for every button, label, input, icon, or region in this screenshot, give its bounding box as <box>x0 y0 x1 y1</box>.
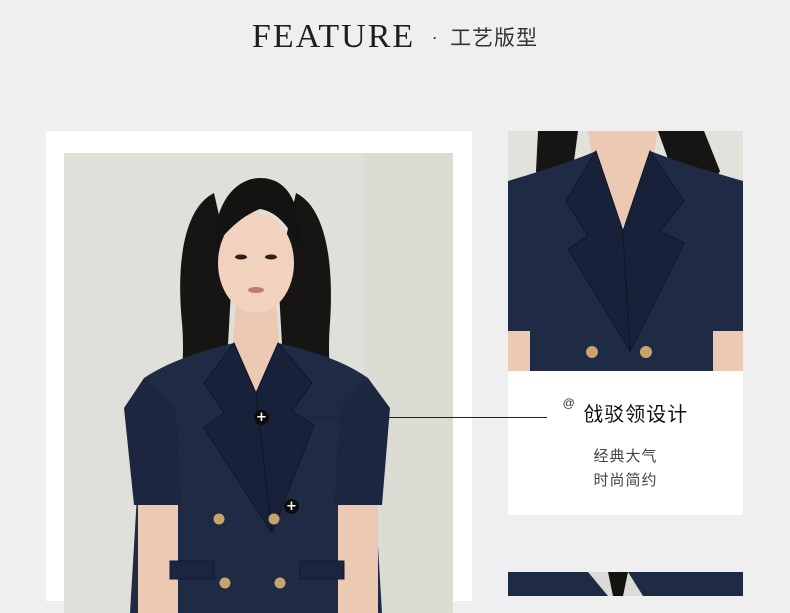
detail-card: @ 戗驳领设计 经典大气 时尚简约 <box>508 131 743 515</box>
model-illustration <box>64 153 453 613</box>
main-photo-card <box>46 131 472 613</box>
jacket-button <box>640 346 652 358</box>
at-mark-icon: @ <box>562 396 575 410</box>
detail-title: 戗驳领设计 <box>583 402 689 426</box>
jacket-button <box>586 346 598 358</box>
detail-heading: @ 戗驳领设计 <box>508 396 743 427</box>
section-header: FEATURE · 工艺版型 <box>0 18 790 56</box>
model-photo <box>64 153 453 613</box>
jacket-button <box>268 513 280 525</box>
plus-circle-icon[interactable]: + <box>284 499 299 514</box>
next-detail-illustration <box>508 572 743 596</box>
collar-closeup-photo <box>508 131 743 371</box>
feature-title: FEATURE <box>251 18 416 55</box>
jacket-button <box>274 577 286 589</box>
plus-circle-icon[interactable]: + <box>254 410 269 425</box>
jacket-button <box>213 513 225 525</box>
detail-desc-line1: 经典大气 <box>593 447 658 465</box>
feature-subtitle: 工艺版型 <box>450 26 539 50</box>
callout-line <box>262 417 547 418</box>
next-detail-card <box>508 572 743 596</box>
detail-desc-line2: 时尚简约 <box>593 471 658 489</box>
jacket-button <box>219 577 231 589</box>
collar-illustration <box>508 131 743 371</box>
title-separator: · <box>431 26 438 47</box>
